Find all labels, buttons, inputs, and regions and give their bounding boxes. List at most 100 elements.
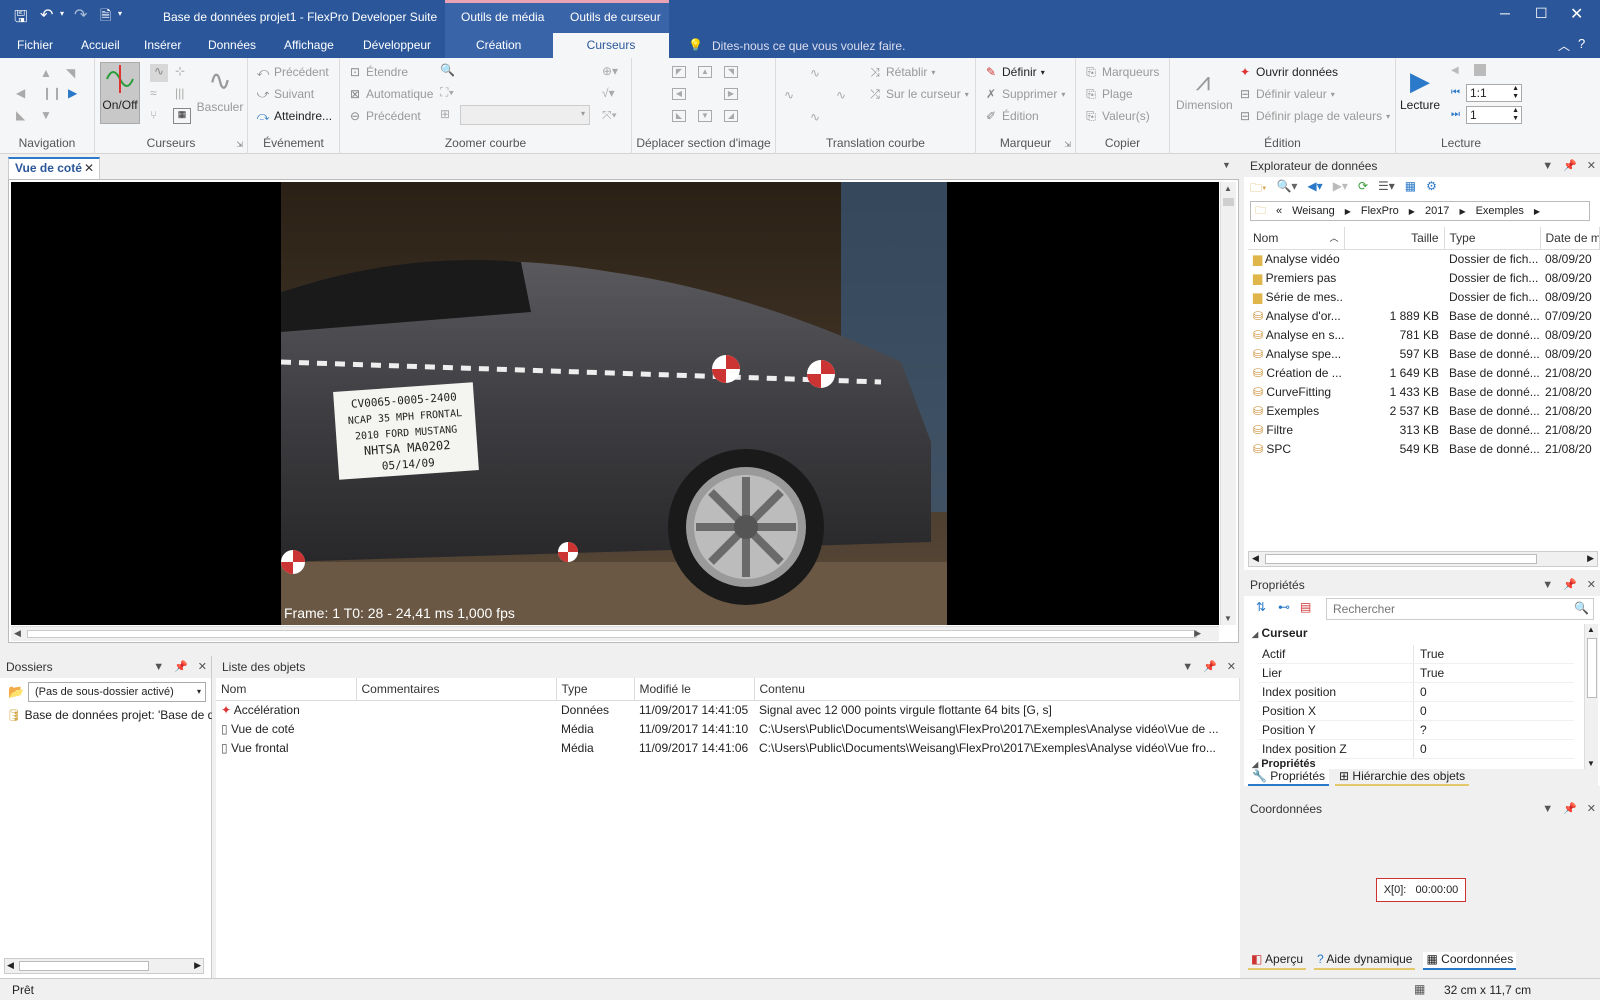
pin-icon[interactable]: 📌 — [1563, 798, 1577, 820]
property-value[interactable]: 0 — [1414, 702, 1427, 720]
property-value[interactable]: True — [1414, 645, 1444, 663]
list-item[interactable]: ▆ Série de mes... Dossier de fich... 08/09… — [1248, 287, 1600, 306]
table-row[interactable]: ▯ Vue frontal Média 11/09/2017 14:41:06 … — [216, 738, 1240, 757]
chevron-right-icon[interactable]: ▶ — [1534, 207, 1540, 216]
property-row[interactable]: Actif True — [1258, 645, 1574, 664]
shift-up-icon[interactable]: ∿ — [810, 66, 820, 80]
settings-gear-icon[interactable]: ⚙ — [1426, 179, 1437, 199]
play-button[interactable]: ▶ Lecture — [1400, 64, 1440, 112]
zoom-select-icon[interactable]: ⊞ — [440, 107, 450, 121]
list-item[interactable]: ⛁ Exemples 2 537 KB Base de donné... 21/08/… — [1248, 401, 1600, 420]
search-files-icon[interactable]: 🔍▾ — [1276, 179, 1297, 199]
close-pane-icon[interactable]: ✕ — [1227, 656, 1236, 678]
list-item[interactable]: ⛁ Analyse spe... 597 KB Base de donné... 08… — [1248, 344, 1600, 363]
categorize-icon[interactable]: ⊷ — [1278, 600, 1290, 614]
arrows-zoom-icon[interactable]: ⤧▾ — [602, 108, 617, 123]
collapse-ribbon-icon[interactable]: ︿ — [1558, 37, 1570, 54]
event-previous-button[interactable]: ⤺ Précédent — [256, 63, 329, 81]
view-mode-icon[interactable]: ☰▾ — [1378, 179, 1395, 199]
close-pane-icon[interactable]: ✕ — [1587, 155, 1596, 177]
move-down-icon[interactable]: ▼ — [698, 110, 712, 122]
scroll-right-icon[interactable]: ▶ — [194, 960, 201, 971]
scroll-down-icon[interactable]: ▼ — [1587, 759, 1595, 768]
close-pane-icon[interactable]: ✕ — [1587, 574, 1596, 596]
tab-donnees[interactable]: Données — [200, 33, 264, 58]
pane-menu-icon[interactable]: ▼ — [1542, 798, 1553, 820]
tab-creation[interactable]: Création — [468, 33, 529, 58]
properties-search-input[interactable] — [1327, 599, 1557, 619]
col-taille[interactable]: Taille — [1344, 227, 1445, 250]
search-icon[interactable]: 🔍 — [1574, 601, 1589, 615]
open-data-button[interactable]: ✦ Ouvrir données — [1238, 63, 1338, 81]
col-nom[interactable]: Nom — [216, 678, 357, 701]
video-hscrollbar[interactable]: ◀ ▶ — [11, 626, 1219, 641]
list-item[interactable]: ⛁ SPC 549 KB Base de donné... 21/08/20 — [1248, 439, 1600, 458]
tab-aide-dynamique[interactable]: ? Aide dynamique — [1314, 952, 1416, 970]
property-row[interactable]: Position X0 — [1258, 702, 1574, 721]
tab-accueil[interactable]: Accueil — [73, 33, 128, 58]
crosshair-zoom-icon[interactable]: ⊕▾ — [602, 64, 618, 78]
ratio-spinner[interactable]: 1:1 ▲ ▼ — [1466, 84, 1522, 102]
document-check-icon[interactable]: 🗎 — [100, 5, 111, 29]
properties-vscrollbar[interactable]: ▲ ▼ — [1584, 624, 1598, 769]
close-tab-icon[interactable]: ✕ — [84, 159, 94, 177]
property-pages-icon[interactable]: ▤ — [1300, 600, 1311, 614]
copy-range-button[interactable]: ⎘ Plage — [1084, 85, 1133, 103]
basculer-button[interactable]: ∿ Basculer — [195, 62, 245, 114]
tab-inserer[interactable]: Insérer — [136, 33, 189, 58]
dossiers-tree-item[interactable]: 🛢 Base de données projet: 'Base de do — [6, 708, 212, 722]
tab-hierarchie[interactable]: ⊞ Hiérarchie des objets — [1335, 769, 1470, 786]
maximize-icon[interactable]: ☐ — [1535, 5, 1548, 22]
list-item[interactable]: ⛁ Filtre 313 KB Base de donné... 21/08/20 — [1248, 420, 1600, 439]
chevron-right-icon[interactable]: ▶ — [1345, 207, 1351, 216]
tab-curseurs[interactable]: Curseurs — [553, 33, 669, 58]
property-row[interactable]: Position Y? — [1258, 721, 1574, 740]
zoom-auto-button[interactable]: ⊠ Automatique — [348, 85, 433, 103]
property-section-curseur[interactable]: ◢ Curseur — [1252, 626, 1574, 640]
dimension-button[interactable]: ⩘ Dimension — [1176, 64, 1233, 112]
move-downleft-icon[interactable]: ◣ — [672, 110, 686, 122]
tab-list-dropdown-icon[interactable]: ▼ — [1222, 160, 1231, 170]
folder-filter-select[interactable]: (Pas de sous-dossier activé) ▾ — [28, 682, 206, 702]
property-row[interactable]: Lier True — [1258, 664, 1574, 683]
close-pane-icon[interactable]: ✕ — [1587, 798, 1596, 820]
arrow-down-icon[interactable]: ▼ — [40, 108, 52, 122]
table-row[interactable]: ✦ Accélération Données 11/09/2017 14:41:… — [216, 700, 1240, 719]
move-right-icon[interactable]: ▶ — [724, 88, 738, 100]
col-type[interactable]: Type — [556, 678, 635, 701]
vertical-lines-icon[interactable]: ||| — [175, 86, 184, 100]
stop-icon[interactable] — [1474, 64, 1486, 76]
scroll-up-icon[interactable]: ▲ — [1587, 625, 1595, 634]
crosshair-icon[interactable]: ⊹ — [175, 64, 185, 78]
pane-menu-icon[interactable]: ▼ — [1542, 155, 1553, 177]
table-row[interactable]: ▯ Vue de coté Média 11/09/2017 14:41:10 … — [216, 719, 1240, 738]
list-item[interactable]: ⛁ Analyse d'or... 1 889 KB Base de donné..… — [1248, 306, 1600, 325]
list-item[interactable]: ⛁ CurveFitting 1 433 KB Base de donné... 21… — [1248, 382, 1600, 401]
col-contenu[interactable]: Contenu — [754, 678, 1240, 701]
save-icon[interactable]: 🖫 — [14, 6, 28, 33]
breadcrumb-back[interactable]: « — [1276, 205, 1282, 217]
copy-values-button[interactable]: ⎘ Valeur(s) — [1084, 107, 1150, 125]
property-section-proprietes[interactable]: ◢ Propriétés — [1252, 759, 1574, 769]
fork-icon[interactable]: ⑂ — [150, 108, 157, 122]
tab-fichier[interactable]: Fichier — [9, 33, 61, 58]
property-value[interactable]: ? — [1414, 721, 1427, 739]
double-wave-icon[interactable]: ≈ — [150, 86, 157, 100]
tab-developpeur[interactable]: Développeur — [355, 33, 439, 58]
pane-menu-icon[interactable]: ▼ — [153, 656, 164, 678]
tell-me-search[interactable]: Dites-nous ce que vous voulez faire. — [712, 39, 905, 53]
retablir-button[interactable]: ⤨ Rétablir ▾ — [868, 63, 935, 81]
table-icon[interactable]: ▦ — [173, 108, 191, 124]
close-pane-icon[interactable]: ✕ — [198, 656, 207, 678]
dialog-launcher-icon[interactable]: ⇲ — [1064, 140, 1071, 149]
hscroll-thumb[interactable] — [27, 630, 1197, 638]
list-item[interactable]: ⛁ Analyse en s... 781 KB Base de donné... 0… — [1248, 325, 1600, 344]
pane-menu-icon[interactable]: ▼ — [1182, 656, 1193, 678]
undo-icon[interactable]: ↶ — [40, 5, 53, 25]
pin-icon[interactable]: 📌 — [1563, 574, 1577, 596]
dossiers-hscrollbar[interactable]: ◀ ▶ — [4, 958, 204, 974]
back-icon[interactable]: ◀▾ — [1307, 179, 1322, 199]
onoff-button[interactable]: On/Off — [100, 62, 140, 124]
marker-define-button[interactable]: ✎ Définir ▾ — [984, 63, 1045, 81]
video-vscrollbar[interactable]: ▲ ▼ — [1220, 182, 1236, 625]
